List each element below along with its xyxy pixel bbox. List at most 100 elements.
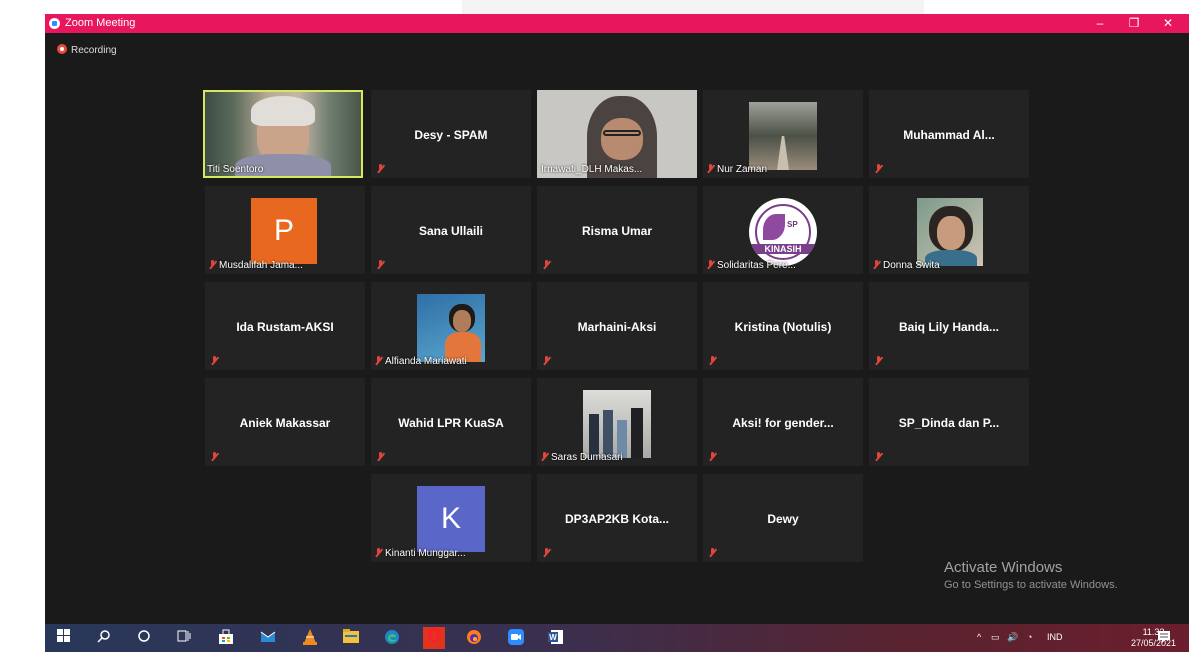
- minimize-button[interactable]: –: [1083, 14, 1117, 33]
- muted-mic-icon: [707, 164, 714, 173]
- participant-tile[interactable]: P Musdalifah Jama...: [205, 186, 365, 274]
- zoom-taskbar-icon[interactable]: [507, 629, 525, 647]
- participant-display-name: Aniek Makassar: [239, 416, 331, 430]
- participant-display-name: Marhaini-Aksi: [577, 320, 657, 334]
- participant-name: Irnawati_DLH Makas...: [541, 164, 643, 175]
- participant-tile[interactable]: Donna Swita: [869, 186, 1029, 274]
- participant-tile[interactable]: Marhaini-Aksi: [537, 282, 697, 370]
- participant-display-name: Desy - SPAM: [414, 128, 488, 142]
- participant-name: Titi Soentoro: [207, 164, 264, 175]
- activate-windows-watermark: Activate Windows Go to Settings to activ…: [944, 559, 1118, 591]
- muted-mic-icon: [209, 260, 216, 269]
- participant-display-name: Aksi! for gender...: [732, 416, 834, 430]
- participant-tile[interactable]: Aksi! for gender...: [703, 378, 863, 466]
- muted-mic-icon: [875, 452, 882, 461]
- muted-mic-icon: [543, 356, 550, 365]
- participant-tile[interactable]: Ida Rustam-AKSI: [205, 282, 365, 370]
- participant-profile-photo: [417, 294, 485, 362]
- zoom-app-icon: [49, 18, 60, 29]
- show-hidden-icons-icon[interactable]: ^: [977, 632, 981, 642]
- muted-mic-icon: [377, 452, 384, 461]
- cortana-icon[interactable]: [135, 629, 153, 647]
- participant-tile[interactable]: Wahid LPR KuaSA: [371, 378, 531, 466]
- participant-name: Solidaritas Pere...: [707, 260, 796, 271]
- battery-icon[interactable]: ▭: [991, 632, 1000, 643]
- participant-display-name: Baiq Lily Handa...: [898, 320, 1000, 334]
- muted-mic-icon: [873, 260, 880, 269]
- muted-mic-icon: [377, 260, 384, 269]
- participant-name: Kinanti Munggar...: [375, 548, 466, 559]
- muted-mic-icon: [709, 356, 716, 365]
- svg-text:W: W: [549, 633, 557, 642]
- muted-mic-icon: [211, 452, 218, 461]
- participant-name: Musdalifah Jama...: [209, 260, 303, 271]
- close-button[interactable]: ✕: [1151, 14, 1185, 33]
- opera-icon[interactable]: [423, 627, 445, 649]
- participant-tile[interactable]: K Kinanti Munggar...: [371, 474, 531, 562]
- participant-name: Alfianda Mariawati: [375, 356, 467, 367]
- participant-profile-photo: [917, 198, 983, 266]
- muted-mic-icon: [709, 452, 716, 461]
- participant-display-name: Dewy: [767, 512, 799, 526]
- participant-display-name: Kristina (Notulis): [734, 320, 832, 334]
- participant-display-name: DP3AP2KB Kota...: [564, 512, 670, 526]
- watermark-subtitle: Go to Settings to activate Windows.: [944, 579, 1118, 591]
- participant-tile[interactable]: Alfianda Mariawati: [371, 282, 531, 370]
- search-icon[interactable]: [95, 629, 113, 647]
- participant-tile[interactable]: Nur Zaman: [703, 90, 863, 178]
- recording-indicator[interactable]: Recording: [57, 44, 117, 56]
- record-icon: [57, 44, 67, 54]
- participant-display-name: Wahid LPR KuaSA: [398, 416, 504, 430]
- vlc-icon[interactable]: [301, 629, 319, 647]
- muted-mic-icon: [211, 356, 218, 365]
- participant-display-name: Sana Ullaili: [418, 224, 484, 238]
- muted-mic-icon: [707, 260, 714, 269]
- store-icon[interactable]: [217, 629, 235, 647]
- notifications-icon[interactable]: [1155, 630, 1173, 648]
- participant-avatar: K: [417, 486, 485, 552]
- participant-name: Saras Dumasari: [541, 452, 623, 463]
- windows-start-icon[interactable]: [55, 629, 73, 647]
- participant-tile[interactable]: Irnawati_DLH Makas...: [537, 90, 697, 178]
- participant-tile[interactable]: Baiq Lily Handa...: [869, 282, 1029, 370]
- kinasih-logo: SP KINASIH: [749, 198, 817, 266]
- participant-tile[interactable]: SP KINASIH Solidaritas Pere...: [703, 186, 863, 274]
- language-indicator[interactable]: IND: [1047, 632, 1063, 642]
- recording-label: Recording: [71, 45, 117, 56]
- firefox-icon[interactable]: [465, 629, 483, 647]
- task-view-icon[interactable]: [175, 629, 193, 647]
- taskbar: W ^ ▭ 🔊 ◔ IND 11.33 27/05/2021: [45, 624, 1189, 652]
- participant-display-name: Muhammad Al...: [903, 128, 995, 142]
- participant-tile[interactable]: Sana Ullaili: [371, 186, 531, 274]
- mail-icon[interactable]: [259, 629, 277, 647]
- participant-tile[interactable]: Aniek Makassar: [205, 378, 365, 466]
- file-explorer-icon[interactable]: [342, 629, 360, 647]
- participant-tile[interactable]: DP3AP2KB Kota...: [537, 474, 697, 562]
- volume-icon[interactable]: 🔊: [1007, 632, 1018, 643]
- muted-mic-icon: [709, 548, 716, 557]
- participant-tile[interactable]: Dewy: [703, 474, 863, 562]
- muted-mic-icon: [375, 356, 382, 365]
- word-icon[interactable]: W: [547, 629, 565, 647]
- edge-icon[interactable]: [383, 629, 401, 647]
- participant-profile-photo: [749, 102, 817, 170]
- participant-tile[interactable]: Kristina (Notulis): [703, 282, 863, 370]
- muted-mic-icon: [875, 356, 882, 365]
- participant-tile[interactable]: Muhammad Al...: [869, 90, 1029, 178]
- participant-profile-photo: [583, 390, 651, 458]
- participant-display-name: SP_Dinda dan P...: [898, 416, 1000, 430]
- muted-mic-icon: [543, 260, 550, 269]
- participant-tile[interactable]: SP_Dinda dan P...: [869, 378, 1029, 466]
- zoom-meeting-window: Zoom Meeting – ❐ ✕ Recording Titi Soento…: [45, 14, 1189, 624]
- participant-tile[interactable]: Titi Soentoro: [203, 90, 363, 178]
- participant-tile[interactable]: Saras Dumasari: [537, 378, 697, 466]
- restore-button[interactable]: ❐: [1117, 14, 1151, 33]
- participant-tile[interactable]: Risma Umar: [537, 186, 697, 274]
- muted-mic-icon: [541, 452, 548, 461]
- background-strip: [462, 0, 924, 14]
- participant-name: Nur Zaman: [707, 164, 767, 175]
- wifi-icon[interactable]: ◔: [1027, 632, 1032, 642]
- muted-mic-icon: [875, 164, 882, 173]
- muted-mic-icon: [543, 548, 550, 557]
- participant-tile[interactable]: Desy - SPAM: [371, 90, 531, 178]
